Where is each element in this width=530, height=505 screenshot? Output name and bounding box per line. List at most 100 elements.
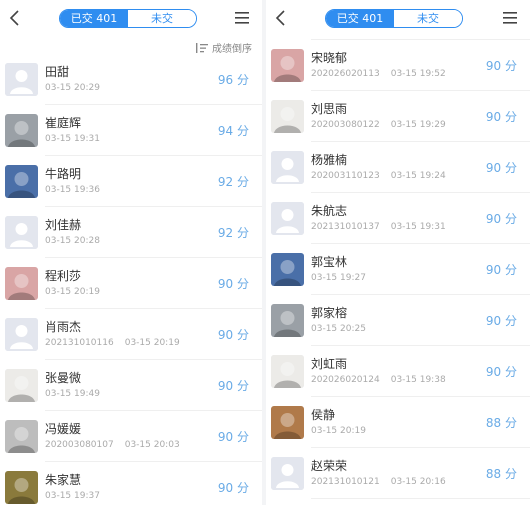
submit-time: 03-15 19:49 bbox=[45, 389, 100, 399]
avatar bbox=[271, 304, 304, 337]
list-item[interactable]: 田甜 03-15 20:29 96 分 bbox=[0, 54, 262, 105]
back-arrow-icon[interactable] bbox=[6, 8, 24, 28]
list-item[interactable]: 杨雅楠 202003110123 03-15 19:24 90 分 bbox=[266, 142, 530, 193]
submit-time: 03-15 19:29 bbox=[390, 120, 446, 130]
menu-icon[interactable] bbox=[503, 12, 517, 24]
list-item[interactable]: 刘佳赫 03-15 20:28 92 分 bbox=[0, 207, 262, 258]
submit-time: 03-15 19:36 bbox=[45, 185, 100, 195]
avatar bbox=[271, 202, 304, 235]
submission-meta: 202131010116 03-15 20:19 bbox=[45, 338, 191, 348]
submit-time: 03-15 19:37 bbox=[45, 491, 100, 501]
score: 96 分 bbox=[217, 73, 249, 87]
score: 88 分 bbox=[485, 416, 517, 430]
avatar bbox=[271, 406, 304, 439]
right-screen: 宋晓郁 202026020113 03-15 19:52 90 分刘思雨 2020030… bbox=[266, 0, 530, 505]
list-item[interactable]: 朱家慧 03-15 19:37 90 分 bbox=[0, 462, 262, 505]
score: 90 分 bbox=[485, 314, 517, 328]
student-name: 朱航志 bbox=[311, 204, 348, 218]
list-item[interactable]: 冯媛媛 202003080107 03-15 20:03 90 分 bbox=[0, 411, 262, 462]
list-item[interactable]: 张曼微 03-15 19:49 90 分 bbox=[0, 360, 262, 411]
score: 90 分 bbox=[485, 365, 517, 379]
tab-submitted[interactable]: 已交 401 bbox=[326, 10, 394, 27]
submit-time: 03-15 20:25 bbox=[311, 324, 366, 334]
score: 90 分 bbox=[485, 161, 517, 175]
left-screen: 已交 401 未交 成绩倒序 田甜 03-15 20:29 96 分崔庭辉 03-15… bbox=[0, 0, 262, 505]
list-item[interactable]: 崔庭辉 03-15 19:31 94 分 bbox=[0, 105, 262, 156]
submit-time: 03-15 20:16 bbox=[390, 477, 446, 487]
student-name: 郭宝林 bbox=[311, 255, 348, 269]
student-id: 202003080122 bbox=[311, 120, 380, 130]
submission-meta: 202131010121 03-15 20:16 bbox=[311, 477, 457, 487]
submission-tabs: 已交 401 未交 bbox=[59, 9, 197, 28]
list-item[interactable]: 宋晓郁 202026020113 03-15 19:52 90 分 bbox=[266, 40, 530, 91]
menu-icon[interactable] bbox=[235, 12, 249, 24]
student-name: 刘思雨 bbox=[311, 102, 348, 116]
submit-time: 03-15 20:19 bbox=[124, 338, 180, 348]
score: 90 分 bbox=[485, 110, 517, 124]
avatar bbox=[5, 216, 38, 249]
list-item[interactable]: 肖雨杰 202131010116 03-15 20:19 90 分 bbox=[0, 309, 262, 360]
student-name: 田甜 bbox=[45, 65, 70, 79]
student-name: 朱家慧 bbox=[45, 473, 82, 487]
tab-not-submitted[interactable]: 未交 bbox=[394, 10, 462, 27]
student-name: 赵荣荣 bbox=[311, 459, 348, 473]
student-name: 肖雨杰 bbox=[45, 320, 82, 334]
submit-time: 03-15 20:29 bbox=[45, 83, 100, 93]
student-name: 宋晓郁 bbox=[311, 51, 348, 65]
student-name: 牛路明 bbox=[45, 167, 82, 181]
submission-meta: 202003080107 03-15 20:03 bbox=[45, 440, 191, 450]
score: 90 分 bbox=[485, 59, 517, 73]
list-item[interactable]: 牛路明 03-15 19:36 92 分 bbox=[0, 156, 262, 207]
student-id: 202131010116 bbox=[45, 338, 114, 348]
submission-meta: 03-15 19:31 bbox=[45, 134, 111, 144]
submission-meta: 03-15 19:49 bbox=[45, 389, 111, 399]
submit-time: 03-15 19:27 bbox=[311, 273, 366, 283]
avatar bbox=[271, 100, 304, 133]
avatar bbox=[5, 471, 38, 504]
avatar bbox=[5, 369, 38, 402]
avatar bbox=[271, 49, 304, 82]
submission-meta: 202003110123 03-15 19:24 bbox=[311, 171, 457, 181]
sort-descending-icon bbox=[196, 42, 208, 53]
submission-tabs: 已交 401 未交 bbox=[325, 9, 463, 28]
list-item[interactable]: 郭宝林 03-15 19:27 90 分 bbox=[266, 244, 530, 295]
avatar bbox=[5, 267, 38, 300]
tab-not-submitted[interactable]: 未交 bbox=[128, 10, 196, 27]
student-id: 202131010137 bbox=[311, 222, 380, 232]
submission-meta: 202131010137 03-15 19:31 bbox=[311, 222, 457, 232]
list-item[interactable]: 侯静 03-15 20:19 88 分 bbox=[266, 397, 530, 448]
student-name: 崔庭辉 bbox=[45, 116, 82, 130]
avatar bbox=[5, 420, 38, 453]
student-name: 杨雅楠 bbox=[311, 153, 348, 167]
student-id: 202003080107 bbox=[45, 440, 114, 450]
submission-meta: 202026020124 03-15 19:38 bbox=[311, 375, 457, 385]
tab-submitted[interactable]: 已交 401 bbox=[60, 10, 128, 27]
score: 92 分 bbox=[217, 175, 249, 189]
student-id: 202131010121 bbox=[311, 477, 380, 487]
list-item[interactable]: 朱航志 202131010137 03-15 19:31 90 分 bbox=[266, 193, 530, 244]
list-item[interactable]: 郭家榕 03-15 20:25 90 分 bbox=[266, 295, 530, 346]
avatar bbox=[271, 355, 304, 388]
sort-toggle[interactable]: 成绩倒序 bbox=[196, 40, 252, 55]
list-item[interactable]: 刘思雨 202003080122 03-15 19:29 90 分 bbox=[266, 91, 530, 142]
score: 90 分 bbox=[217, 277, 249, 291]
score: 90 分 bbox=[217, 481, 249, 495]
avatar bbox=[5, 114, 38, 147]
avatar bbox=[5, 63, 38, 96]
student-name: 刘虹雨 bbox=[311, 357, 348, 371]
submit-time: 03-15 20:03 bbox=[124, 440, 180, 450]
list-item[interactable]: 赵荣荣 202131010121 03-15 20:16 88 分 bbox=[266, 448, 530, 499]
score: 90 分 bbox=[485, 212, 517, 226]
submission-meta: 03-15 19:27 bbox=[311, 273, 377, 283]
score: 90 分 bbox=[217, 430, 249, 444]
student-name: 张曼微 bbox=[45, 371, 82, 385]
submission-meta: 202026020113 03-15 19:52 bbox=[311, 69, 457, 79]
list-item[interactable]: 刘虹雨 202026020124 03-15 19:38 90 分 bbox=[266, 346, 530, 397]
back-arrow-icon[interactable] bbox=[272, 8, 290, 28]
avatar bbox=[271, 457, 304, 490]
student-name: 冯媛媛 bbox=[45, 422, 82, 436]
submit-time: 03-15 19:24 bbox=[390, 171, 446, 181]
submit-time: 03-15 19:38 bbox=[390, 375, 446, 385]
submit-time: 03-15 20:19 bbox=[311, 426, 366, 436]
list-item[interactable]: 程利莎 03-15 20:19 90 分 bbox=[0, 258, 262, 309]
